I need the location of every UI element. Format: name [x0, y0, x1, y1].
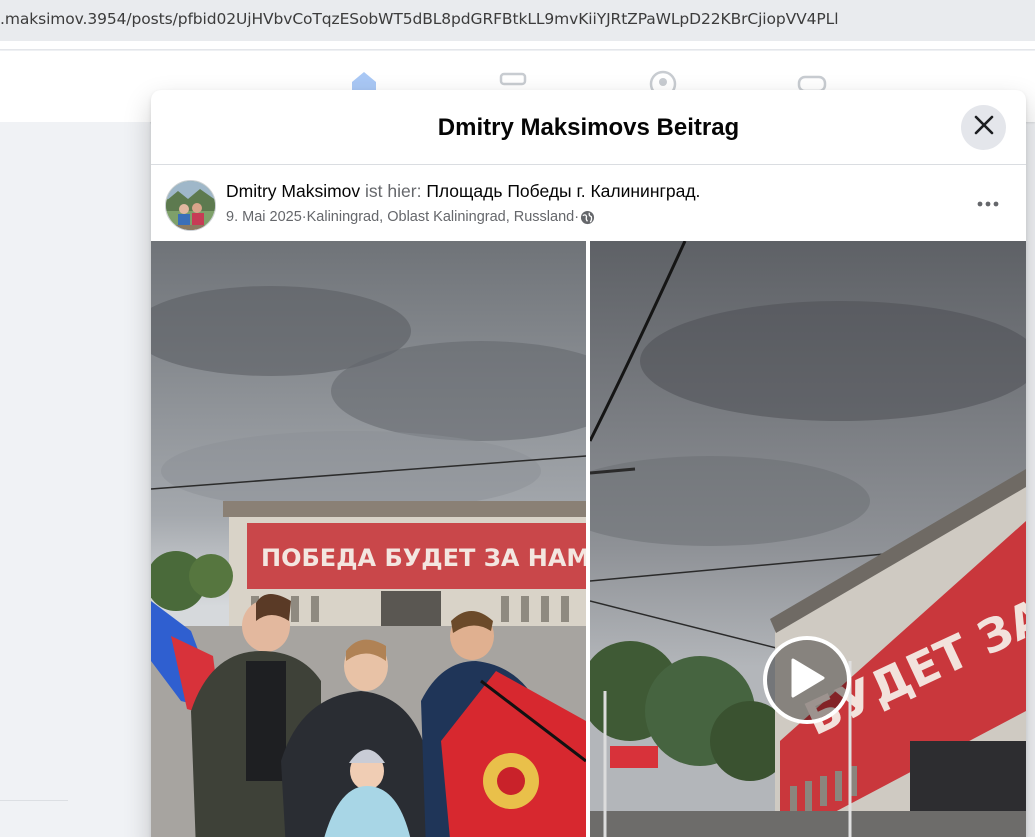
avatar[interactable] — [165, 180, 216, 231]
author-name[interactable]: Dmitry Maksimov — [226, 181, 360, 201]
post-video[interactable]: БУДЕТ ЗА НАМ — [590, 241, 1026, 837]
post-photo[interactable]: ПОБЕДА БУДЕТ ЗА НАМИ! — [151, 241, 586, 837]
post-media: ПОБЕДА БУДЕТ ЗА НАМИ! — [151, 241, 1026, 837]
left-sidebar — [0, 122, 150, 837]
post-location[interactable]: Kaliningrad, Oblast Kaliningrad, Russlan… — [307, 209, 575, 225]
post-dialog: Dmitry Maksimovs Beitrag Dmitry Maksimov… — [151, 90, 1026, 837]
dialog-header: Dmitry Maksimovs Beitrag — [151, 90, 1026, 165]
checkin-place[interactable]: Площадь Победы г. Калининград — [426, 181, 695, 201]
close-button[interactable] — [961, 105, 1006, 150]
post-meta-line: 9. Mai 2025 · Kaliningrad, Oblast Kalini… — [226, 209, 595, 225]
toolbar-spacer — [0, 41, 1035, 50]
globe-icon — [580, 210, 595, 225]
sidebar-divider — [0, 800, 68, 801]
play-icon — [789, 658, 825, 703]
post-date[interactable]: 9. Mai 2025 — [226, 209, 302, 225]
banner-text: ПОБЕДА БУДЕТ ЗА НАМИ! — [261, 544, 586, 572]
post-header: Dmitry Maksimov ist hier: Площадь Победы… — [151, 166, 1026, 241]
address-bar[interactable]: .maksimov.3954/posts/pfbid02UjHVbvCoTqzE… — [0, 0, 1035, 41]
dialog-title: Dmitry Maksimovs Beitrag — [437, 114, 740, 141]
more-options-button[interactable] — [969, 193, 1007, 213]
checkin-suffix: . — [695, 181, 701, 201]
close-icon — [974, 115, 994, 140]
meta-separator: · — [574, 209, 580, 225]
more-options-icon — [977, 194, 999, 212]
checkin-connector: ist hier: — [360, 181, 427, 201]
play-button[interactable] — [763, 636, 851, 724]
post-author-line: Dmitry Maksimov ist hier: Площадь Победы… — [226, 181, 700, 202]
url-text: .maksimov.3954/posts/pfbid02UjHVbvCoTqzE… — [0, 9, 839, 28]
